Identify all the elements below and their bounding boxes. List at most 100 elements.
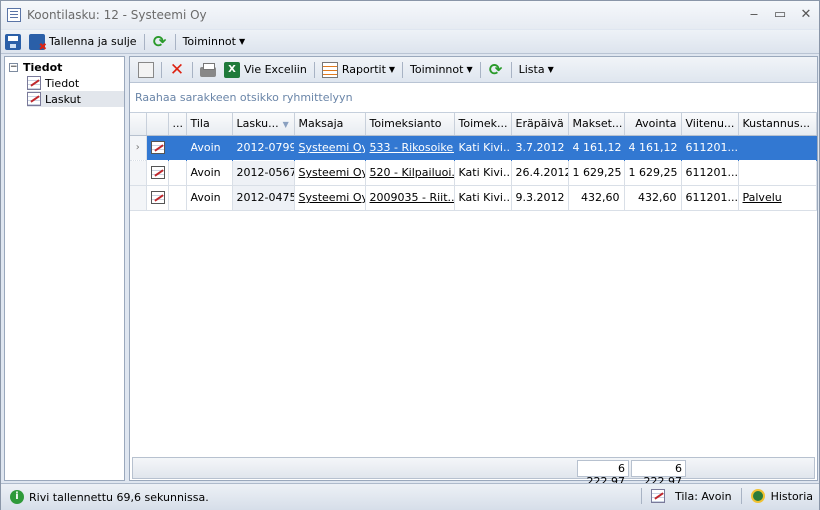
column-header-toimek[interactable]: Toimek... [454,113,512,136]
cell-viite: 611201... [681,160,739,186]
grid-refresh-button[interactable]: ⟳ [484,60,508,80]
column-header-erapaiva[interactable]: Eräpäivä [511,113,569,136]
export-excel-button[interactable]: X Vie Exceliin [220,60,311,80]
cell-tila: Avoin [186,185,233,211]
print-button[interactable] [196,60,220,80]
row-indicator [130,160,147,186]
cell-toimeksianto-link[interactable]: 533 - Rikosoikeus [365,134,455,161]
chevron-down-icon: ▼ [238,37,246,46]
toolbar-separator [192,61,193,78]
column-header-lasku[interactable]: Lasku... ▼ [232,113,295,136]
tree-item-tiedot[interactable]: Tiedot [27,75,120,91]
column-header-toimeksianto[interactable]: Toimeksianto [365,113,455,136]
refresh-button[interactable]: ⟳ [148,32,172,52]
cell-toimeksianto-link[interactable]: 520 - Kilpailuoi... [365,160,455,186]
cell-erapaiva: 3.7.2012 [511,134,569,161]
column-header-tila[interactable]: Tila [186,113,233,136]
chevron-down-icon: ▼ [466,65,473,74]
invoice-icon [27,76,41,90]
status-separator [640,488,642,504]
cell-lasku: 2012-0799 [232,134,295,161]
save-close-icon [29,33,47,53]
row-more-cell [168,134,187,161]
title-bar: Koontilasku: 12 - Systeemi Oy ‒ ▭ ✕ [1,1,819,29]
toolbar-separator [479,61,481,78]
chevron-down-icon: ▼ [388,65,396,74]
cell-makset: 4 161,12 [568,134,625,161]
minimize-button[interactable]: ‒ [747,7,761,22]
cell-kustannus-link[interactable]: Palvelu [738,185,817,211]
grid-actions-menu[interactable]: Toiminnot ▼ [406,60,477,80]
row-more-cell [168,160,187,186]
table-row[interactable]: Avoin 2012-0475 Systeemi Oy 2009035 - Ri… [130,185,817,211]
column-header-more[interactable]: ... [168,113,187,136]
row-icon-cell [146,160,169,186]
collapse-icon[interactable]: − [9,62,18,72]
cell-erapaiva: 9.3.2012 [511,185,569,211]
invoice-icon [150,166,165,180]
sort-down-icon: ▼ [282,120,289,130]
tree-root[interactable]: − Tiedot [9,59,120,75]
cell-viite: 611201... [681,185,739,211]
invoice-icon [650,489,665,503]
cell-toimeksianto-link[interactable]: 2009035 - Riit... [365,185,455,211]
column-header-icon [146,113,169,136]
toolbar-separator [510,61,512,78]
close-button[interactable]: ✕ [799,7,813,22]
column-header-maksaja[interactable]: Maksaja [294,113,366,136]
save-icon [5,33,21,50]
maximize-button[interactable]: ▭ [773,7,787,22]
window-title: Koontilasku: 12 - Systeemi Oy [27,8,207,22]
tree-item-laskut[interactable]: Laskut [27,91,124,107]
invoices-panel: ✕ X Vie Exceliin Raportit ▼ Toiminnot ▼ ⟳ L… [129,56,818,488]
table-row[interactable]: Avoin 2012-0567 Systeemi Oy 520 - Kilpai… [130,160,817,186]
navigation-tree: − Tiedot Tiedot Laskut [4,56,125,481]
list-menu[interactable]: Lista ▼ [515,60,558,80]
cell-toimek: Kati Kivi... [454,185,512,211]
delete-button[interactable]: ✕ [165,60,189,80]
table-row[interactable]: › Avoin 2012-0799 Systeemi Oy 533 - Riko… [130,134,817,161]
cell-kustannus-link[interactable] [738,160,817,186]
reports-menu[interactable]: Raportit ▼ [318,60,399,80]
column-header-indicator [130,113,147,136]
main-toolbar: Tallenna ja sulje ⟳ Toiminnot▼ [1,30,819,54]
app-icon [7,8,21,22]
cell-maksaja-link[interactable]: Systeemi Oy [294,160,366,186]
status-separator [740,488,742,504]
toolbar-separator [161,61,162,78]
info-icon: i [10,490,24,504]
report-icon [321,61,338,78]
refresh-icon: ⟳ [152,31,167,51]
cell-lasku: 2012-0475 [232,185,295,211]
new-button[interactable] [134,60,158,80]
cell-tila: Avoin [186,134,233,161]
toolbar-separator [402,61,404,78]
column-header-kustannus[interactable]: Kustannus... [738,113,817,136]
status-state: Tila: Avoin [674,489,732,503]
delete-icon: ✕ [169,59,185,80]
save-button[interactable] [1,32,25,52]
total-makset: 6 222,97 [577,460,629,488]
save-close-button[interactable]: Tallenna ja sulje [25,32,141,53]
column-header-viite[interactable]: Viitenu... [681,113,739,136]
total-avointa: 6 222,97 [631,460,686,488]
cell-toimek: Kati Kivi... [454,160,512,186]
group-by-area[interactable]: Raahaa sarakkeen otsikko ryhmittelyyn [130,83,817,113]
cell-makset: 1 629,25 [568,160,625,186]
column-header-avointa[interactable]: Avointa [624,113,682,136]
row-icon-cell [146,185,169,211]
row-more-cell [168,185,187,211]
actions-menu[interactable]: Toiminnot ▼ [179,32,250,52]
refresh-icon: ⟳ [488,59,503,79]
history-button[interactable]: Historia [771,490,813,503]
toolbar-separator [174,33,176,50]
cell-maksaja-link[interactable]: Systeemi Oy [294,185,366,211]
cell-maksaja-link[interactable]: Systeemi Oy [294,134,366,161]
column-header-makset[interactable]: Makset... [568,113,625,136]
cell-avointa: 432,60 [624,185,682,211]
cell-lasku: 2012-0567 [232,160,295,186]
cell-kustannus-link[interactable] [738,134,817,161]
toolbar-separator [313,61,315,78]
new-document-icon [138,61,154,78]
row-indicator [130,185,147,211]
